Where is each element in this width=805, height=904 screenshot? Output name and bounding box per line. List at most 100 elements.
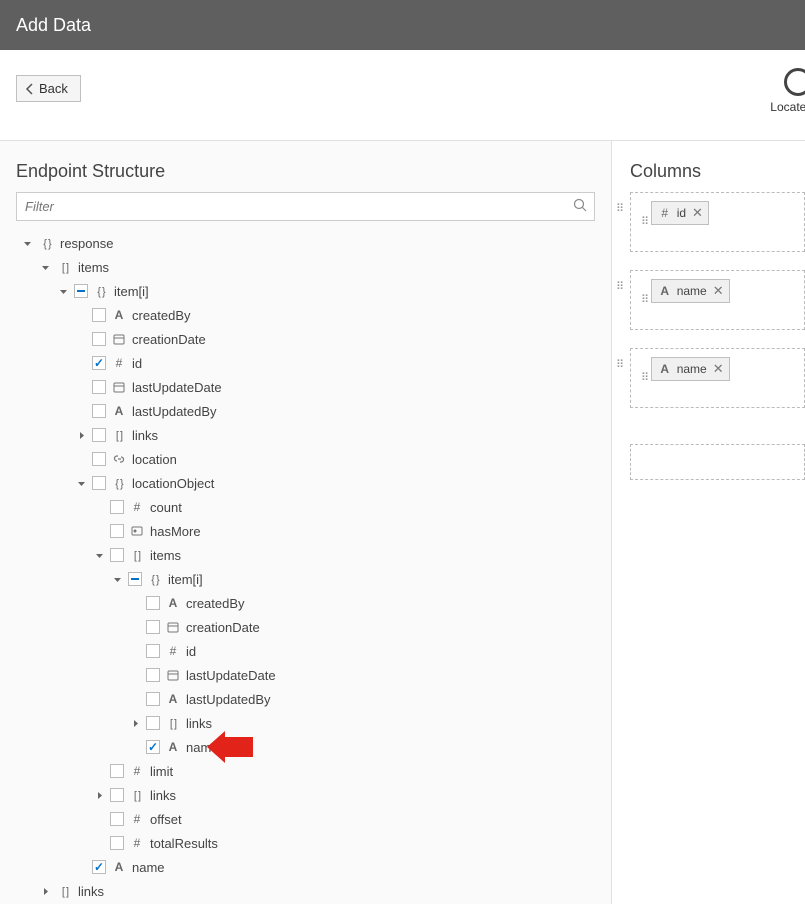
checkbox[interactable]	[146, 668, 160, 682]
tree-label: item[i]	[168, 572, 203, 587]
collapse-icon[interactable]	[56, 287, 70, 296]
tree-node-inner-name[interactable]: name	[16, 735, 595, 759]
number-icon	[111, 356, 127, 370]
tree-label: hasMore	[150, 524, 201, 539]
column-row: ⠿ ⠿ name ✕	[630, 348, 805, 426]
checkbox[interactable]	[110, 812, 124, 826]
text-icon	[657, 362, 673, 376]
checkbox[interactable]	[110, 836, 124, 850]
empty-drop-zone[interactable]	[630, 444, 805, 480]
filter-input[interactable]	[16, 192, 595, 221]
tree-node-limit[interactable]: limit	[16, 759, 595, 783]
checkbox-checked[interactable]	[92, 860, 106, 874]
collapse-icon[interactable]	[74, 479, 88, 488]
tree-node-lastupdatedate[interactable]: lastUpdateDate	[16, 375, 595, 399]
remove-icon[interactable]: ✕	[692, 205, 703, 221]
checkbox[interactable]	[110, 548, 124, 562]
checkbox[interactable]	[146, 620, 160, 634]
checkbox[interactable]	[110, 500, 124, 514]
expand-icon[interactable]	[128, 719, 142, 728]
drag-handle-icon[interactable]: ⠿	[641, 216, 649, 228]
tree-label: creationDate	[132, 332, 206, 347]
remove-icon[interactable]: ✕	[713, 283, 724, 299]
tree-node-inner-lastupdatedby[interactable]: lastUpdatedBy	[16, 687, 595, 711]
checkbox[interactable]	[146, 644, 160, 658]
collapse-icon[interactable]	[38, 263, 52, 272]
checkbox[interactable]	[110, 764, 124, 778]
tree-node-items[interactable]: items	[16, 255, 595, 279]
expand-icon[interactable]	[74, 431, 88, 440]
drag-handle-icon[interactable]: ⠿	[616, 202, 624, 215]
drag-handle-icon[interactable]: ⠿	[641, 294, 649, 306]
tree-node-links[interactable]: links	[16, 423, 595, 447]
checkbox[interactable]	[92, 476, 106, 490]
toolbar: Back Locate Da	[0, 50, 805, 140]
array-icon	[129, 788, 145, 802]
column-drop-zone[interactable]: ⠿ id ✕	[630, 192, 805, 252]
column-chip-id[interactable]: id ✕	[651, 201, 709, 225]
tree-node-lastupdatedby[interactable]: lastUpdatedBy	[16, 399, 595, 423]
tree-node-inner-links[interactable]: links	[16, 711, 595, 735]
tree-node-createdby[interactable]: createdBy	[16, 303, 595, 327]
checkbox-partial[interactable]	[128, 572, 142, 586]
chip-label: name	[677, 284, 707, 298]
checkbox[interactable]	[92, 404, 106, 418]
object-icon	[111, 476, 127, 490]
checkbox-checked[interactable]	[92, 356, 106, 370]
wizard-step-label: Locate Da	[770, 100, 805, 114]
checkbox-checked[interactable]	[146, 740, 160, 754]
tree-node-inner-items[interactable]: items	[16, 543, 595, 567]
checkbox[interactable]	[110, 524, 124, 538]
checkbox-partial[interactable]	[74, 284, 88, 298]
checkbox[interactable]	[146, 596, 160, 610]
drag-handle-icon[interactable]: ⠿	[616, 358, 624, 371]
checkbox[interactable]	[92, 428, 106, 442]
tree-node-offset[interactable]: offset	[16, 807, 595, 831]
tree-node-inner-id[interactable]: id	[16, 639, 595, 663]
checkbox[interactable]	[110, 788, 124, 802]
tree-node-locationobject[interactable]: locationObject	[16, 471, 595, 495]
drag-handle-icon[interactable]: ⠿	[641, 372, 649, 384]
checkbox[interactable]	[92, 452, 106, 466]
column-drop-zone[interactable]: ⠿ name ✕	[630, 270, 805, 330]
back-button[interactable]: Back	[16, 75, 81, 102]
checkbox[interactable]	[92, 308, 106, 322]
checkbox[interactable]	[92, 332, 106, 346]
tree-node-inner-createdby[interactable]: createdBy	[16, 591, 595, 615]
expand-icon[interactable]	[92, 791, 106, 800]
tree-node-totalresults[interactable]: totalResults	[16, 831, 595, 855]
tree-node-id[interactable]: id	[16, 351, 595, 375]
array-icon	[111, 428, 127, 442]
text-icon	[165, 740, 181, 754]
tree-node-count[interactable]: count	[16, 495, 595, 519]
collapse-icon[interactable]	[110, 575, 124, 584]
collapse-icon[interactable]	[20, 239, 34, 248]
column-chip-name2[interactable]: name ✕	[651, 357, 730, 381]
remove-icon[interactable]: ✕	[713, 361, 724, 377]
tree-node-hasmore[interactable]: hasMore	[16, 519, 595, 543]
collapse-icon[interactable]	[92, 551, 106, 560]
drag-handle-icon[interactable]: ⠿	[616, 280, 624, 293]
text-icon	[111, 308, 127, 322]
checkbox[interactable]	[146, 692, 160, 706]
tree-node-name[interactable]: name	[16, 855, 595, 879]
tree-node-item[interactable]: item[i]	[16, 279, 595, 303]
checkbox[interactable]	[146, 716, 160, 730]
expand-icon[interactable]	[38, 887, 52, 896]
tree-node-inner-item[interactable]: item[i]	[16, 567, 595, 591]
tree-node-inner-creationdate[interactable]: creationDate	[16, 615, 595, 639]
page-title: Add Data	[16, 15, 91, 36]
tree: response items item[i] createdBy	[16, 231, 595, 903]
tree-node-response[interactable]: response	[16, 231, 595, 255]
object-icon	[93, 284, 109, 298]
tree-node-loc-links[interactable]: links	[16, 783, 595, 807]
search-icon[interactable]	[573, 198, 587, 215]
tree-node-location[interactable]: location	[16, 447, 595, 471]
tree-node-inner-lastupdatedate[interactable]: lastUpdateDate	[16, 663, 595, 687]
column-chip-name[interactable]: name ✕	[651, 279, 730, 303]
filter-wrap	[16, 192, 595, 221]
tree-node-root-links[interactable]: links	[16, 879, 595, 903]
checkbox[interactable]	[92, 380, 106, 394]
column-drop-zone[interactable]: ⠿ name ✕	[630, 348, 805, 408]
tree-node-creationdate[interactable]: creationDate	[16, 327, 595, 351]
